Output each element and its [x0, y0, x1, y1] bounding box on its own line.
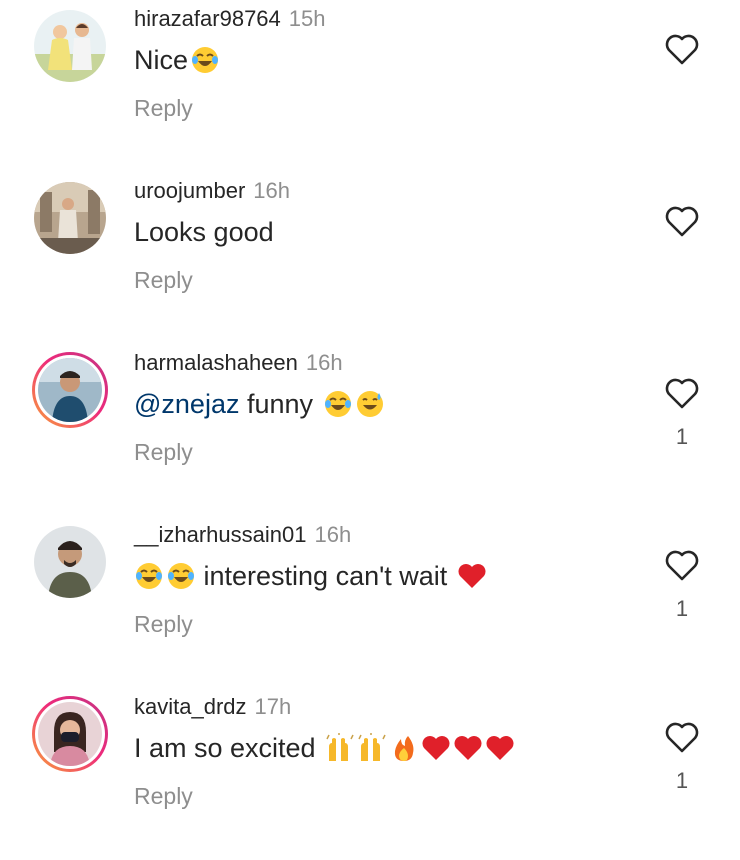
red-heart-emoji: [453, 733, 483, 763]
comment-meta: uroojumber 16h: [134, 178, 290, 204]
heart-outline-icon[interactable]: [664, 32, 700, 66]
reply-button[interactable]: Reply: [134, 610, 193, 638]
comment-text: Nice: [134, 42, 220, 78]
comment-meta: hirazafar98764 15h: [134, 6, 326, 32]
fire-emoji: [389, 733, 419, 763]
laughing-tears-emoji: [190, 45, 220, 75]
red-heart-emoji: [421, 733, 451, 763]
avatar-image: [34, 182, 106, 254]
comment-username[interactable]: kavita_drdz: [134, 694, 247, 719]
comment-meta: kavita_drdz 17h: [134, 694, 291, 720]
avatar[interactable]: [32, 352, 108, 428]
comment-body: Looks good: [134, 217, 274, 247]
comment-item: kavita_drdz 17h I am so excited Reply 1: [0, 688, 740, 860]
like-count: 1: [675, 596, 689, 621]
comment-time: 16h: [253, 178, 290, 203]
reply-button[interactable]: Reply: [134, 94, 193, 122]
raising-hands-emoji: [325, 733, 355, 763]
raising-hands-emoji: [357, 733, 387, 763]
avatar[interactable]: [32, 696, 108, 772]
comment-time: 17h: [254, 694, 292, 719]
comment-item: harmalashaheen 16h @znejaz funny Reply 1: [0, 344, 740, 516]
red-heart-emoji: [457, 561, 487, 591]
comment-text: interesting can't wait: [134, 558, 487, 594]
comment-body: interesting can't wait: [196, 561, 455, 591]
grinning-sweat-emoji: [355, 389, 385, 419]
avatar[interactable]: [32, 8, 108, 84]
like-count: 1: [675, 424, 689, 449]
avatar[interactable]: [32, 524, 108, 600]
comment-username[interactable]: harmalashaheen: [134, 350, 298, 375]
story-ring: [35, 355, 105, 425]
heart-outline-icon[interactable]: [664, 548, 700, 582]
reply-button[interactable]: Reply: [134, 438, 193, 466]
comment-body: I am so excited: [134, 733, 324, 763]
comment-body: funny: [239, 389, 321, 419]
comment-text: I am so excited: [134, 730, 515, 766]
avatar[interactable]: [32, 180, 108, 256]
laughing-tears-emoji: [166, 561, 196, 591]
like-count: 1: [675, 768, 689, 793]
comment-item: hirazafar98764 15h Nice Reply: [0, 0, 740, 172]
story-ring: [35, 699, 105, 769]
heart-outline-icon[interactable]: [664, 376, 700, 410]
reply-button[interactable]: Reply: [134, 266, 193, 294]
laughing-tears-emoji: [323, 389, 353, 419]
heart-outline-icon[interactable]: [664, 204, 700, 238]
laughing-tears-emoji: [134, 561, 164, 591]
comment-text: Looks good: [134, 214, 274, 250]
comment-time: 15h: [288, 6, 326, 31]
comment-text: @znejaz funny: [134, 386, 385, 422]
comment-username[interactable]: __izharhussain01: [134, 522, 306, 547]
avatar-image: [38, 702, 102, 766]
heart-outline-icon[interactable]: [664, 720, 700, 754]
comment-time: 16h: [314, 522, 352, 547]
avatar-image: [38, 358, 102, 422]
comment-meta: __izharhussain01 16h: [134, 522, 351, 548]
comment-username[interactable]: hirazafar98764: [134, 6, 281, 31]
comment-item: uroojumber 16h Looks good Reply: [0, 172, 740, 344]
avatar-image: [34, 526, 106, 598]
red-heart-emoji: [485, 733, 515, 763]
avatar-image: [34, 10, 106, 82]
comment-body: Nice: [134, 45, 189, 75]
comment-username[interactable]: uroojumber: [134, 178, 245, 203]
comment-meta: harmalashaheen 16h: [134, 350, 343, 376]
reply-button[interactable]: Reply: [134, 782, 193, 810]
mention-link[interactable]: @znejaz: [134, 386, 239, 422]
comment-time: 16h: [305, 350, 343, 375]
comment-item: __izharhussain01 16h interesting can't wa…: [0, 516, 740, 688]
